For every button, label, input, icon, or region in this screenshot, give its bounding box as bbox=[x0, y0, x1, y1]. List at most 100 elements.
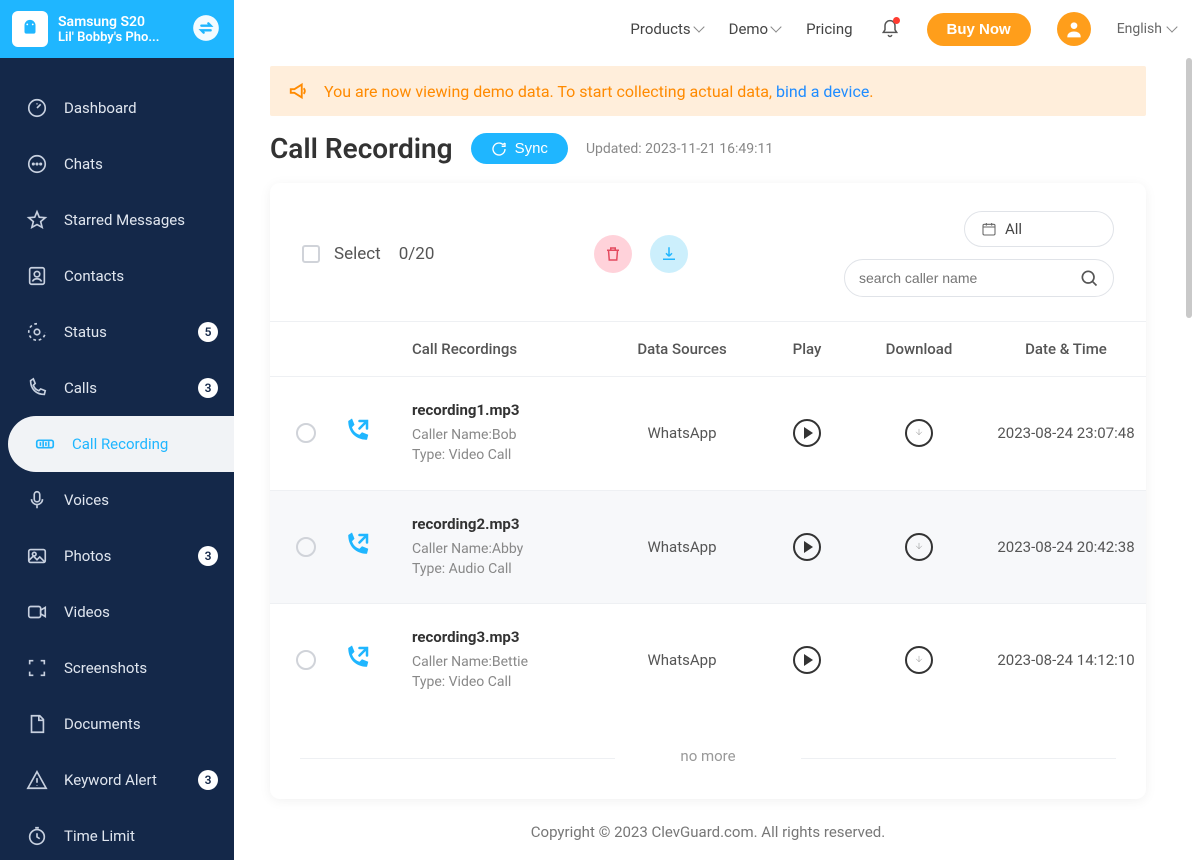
device-header[interactable]: Samsung S20 Lil' Bobby's Pho... bbox=[0, 0, 234, 58]
sidebar-item-label: Documents bbox=[64, 715, 218, 733]
sidebar-item-label: Time Limit bbox=[64, 827, 218, 845]
row-select[interactable] bbox=[296, 650, 316, 670]
voices-icon bbox=[26, 489, 48, 511]
row-datetime: 2023-08-24 14:12:10 bbox=[986, 651, 1146, 669]
sidebar-item-contacts[interactable]: Contacts bbox=[0, 248, 234, 304]
device-owner: Lil' Bobby's Pho... bbox=[58, 30, 182, 45]
row-select[interactable] bbox=[296, 423, 316, 443]
table-header: Call Recordings Data Sources Play Downlo… bbox=[270, 321, 1146, 376]
sidebar-item-label: Voices bbox=[64, 491, 218, 509]
table-row: recording2.mp3Caller Name:AbbyType: Audi… bbox=[270, 490, 1146, 604]
sidebar-item-chats[interactable]: Chats bbox=[0, 136, 234, 192]
data-source: WhatsApp bbox=[602, 651, 762, 669]
device-info: Samsung S20 Lil' Bobby's Pho... bbox=[58, 14, 182, 45]
page-title: Call Recording bbox=[270, 132, 453, 165]
sync-icon bbox=[491, 141, 507, 157]
user-avatar[interactable] bbox=[1057, 12, 1091, 46]
select-label: Select bbox=[334, 244, 381, 264]
nav-products[interactable]: Products bbox=[630, 20, 702, 38]
th-recordings: Call Recordings bbox=[412, 340, 602, 358]
contacts-icon bbox=[26, 265, 48, 287]
row-select[interactable] bbox=[296, 537, 316, 557]
updated-timestamp: Updated: 2023-11-21 16:49:11 bbox=[586, 141, 773, 157]
calendar-icon bbox=[981, 221, 997, 237]
download-icon bbox=[912, 653, 926, 667]
recording-meta: Caller Name:BettieType: Video Call bbox=[412, 652, 592, 693]
sidebar-item-label: Starred Messages bbox=[64, 211, 218, 229]
select-all-checkbox[interactable] bbox=[302, 245, 320, 263]
nav-pricing[interactable]: Pricing bbox=[806, 20, 852, 38]
sidebar-item-documents[interactable]: Documents bbox=[0, 696, 234, 752]
sidebar-item-screenshots[interactable]: Screenshots bbox=[0, 640, 234, 696]
download-icon bbox=[912, 426, 926, 440]
sidebar-item-label: Calls bbox=[64, 379, 182, 397]
download-icon bbox=[660, 245, 678, 263]
chevron-down-icon bbox=[1166, 21, 1177, 32]
table-row: recording3.mp3Caller Name:BettieType: Vi… bbox=[270, 603, 1146, 717]
sidebar-item-time-limit[interactable]: Time Limit bbox=[0, 808, 234, 864]
scrollbar[interactable] bbox=[1186, 58, 1192, 318]
main-content: You are now viewing demo data. To start … bbox=[234, 58, 1182, 860]
outgoing-call-icon bbox=[342, 659, 372, 677]
device-swap-button[interactable] bbox=[192, 14, 222, 44]
sidebar-badge: 3 bbox=[198, 546, 218, 566]
keyword-alert-icon bbox=[26, 769, 48, 791]
notifications-bell[interactable] bbox=[879, 18, 901, 40]
recording-meta: Caller Name:BobType: Video Call bbox=[412, 425, 592, 466]
status-icon bbox=[26, 321, 48, 343]
trash-icon bbox=[604, 245, 622, 263]
search-box[interactable] bbox=[844, 259, 1114, 297]
no-more-label: no more bbox=[270, 717, 1146, 799]
data-source: WhatsApp bbox=[602, 538, 762, 556]
play-icon bbox=[804, 654, 813, 666]
sidebar-item-label: Status bbox=[64, 323, 182, 341]
nav-products-label: Products bbox=[630, 20, 690, 38]
download-button[interactable] bbox=[905, 533, 933, 561]
sidebar-item-label: Dashboard bbox=[64, 99, 218, 117]
megaphone-icon bbox=[288, 80, 310, 102]
download-all-button[interactable] bbox=[650, 235, 688, 273]
th-datetime: Date & Time bbox=[986, 340, 1146, 358]
android-icon bbox=[19, 18, 41, 40]
sidebar-item-voices[interactable]: Voices bbox=[0, 472, 234, 528]
search-input[interactable] bbox=[859, 270, 1069, 286]
dashboard-icon bbox=[26, 97, 48, 119]
language-select[interactable]: English bbox=[1117, 21, 1176, 37]
sidebar-item-calls[interactable]: Calls3 bbox=[0, 360, 234, 416]
download-button[interactable] bbox=[905, 419, 933, 447]
chevron-down-icon bbox=[693, 21, 704, 32]
sidebar-item-call-recording[interactable]: Call Recording bbox=[8, 416, 234, 472]
sidebar-item-dashboard[interactable]: Dashboard bbox=[0, 80, 234, 136]
date-filter[interactable]: All bbox=[964, 211, 1114, 247]
buy-now-button[interactable]: Buy Now bbox=[927, 13, 1031, 46]
nav-pricing-label: Pricing bbox=[806, 20, 852, 38]
sidebar-item-photos[interactable]: Photos3 bbox=[0, 528, 234, 584]
select-count: 0/20 bbox=[399, 244, 435, 264]
play-button[interactable] bbox=[793, 533, 821, 561]
row-datetime: 2023-08-24 20:42:38 bbox=[986, 538, 1146, 556]
play-button[interactable] bbox=[793, 419, 821, 447]
sidebar-item-keyword-alert[interactable]: Keyword Alert3 bbox=[0, 752, 234, 808]
bind-device-link[interactable]: bind a device bbox=[776, 82, 869, 101]
swap-icon bbox=[192, 14, 220, 42]
sidebar-item-videos[interactable]: Videos bbox=[0, 584, 234, 640]
device-name: Samsung S20 bbox=[58, 14, 182, 30]
call-recording-icon bbox=[34, 433, 56, 455]
play-icon bbox=[804, 427, 813, 439]
footer-copyright: Copyright © 2023 ClevGuard.com. All righ… bbox=[234, 799, 1182, 860]
language-label: English bbox=[1117, 21, 1162, 37]
delete-button[interactable] bbox=[594, 235, 632, 273]
th-play: Play bbox=[762, 340, 852, 358]
sidebar-item-starred[interactable]: Starred Messages bbox=[0, 192, 234, 248]
nav-demo[interactable]: Demo bbox=[729, 20, 781, 38]
sync-button[interactable]: Sync bbox=[471, 133, 568, 164]
play-button[interactable] bbox=[793, 646, 821, 674]
date-filter-value: All bbox=[1005, 220, 1022, 238]
download-button[interactable] bbox=[905, 646, 933, 674]
chats-icon bbox=[26, 153, 48, 175]
table-row: recording1.mp3Caller Name:BobType: Video… bbox=[270, 376, 1146, 490]
videos-icon bbox=[26, 601, 48, 623]
sidebar-item-label: Contacts bbox=[64, 267, 218, 285]
sidebar-item-label: Chats bbox=[64, 155, 218, 173]
sidebar-item-status[interactable]: Status5 bbox=[0, 304, 234, 360]
